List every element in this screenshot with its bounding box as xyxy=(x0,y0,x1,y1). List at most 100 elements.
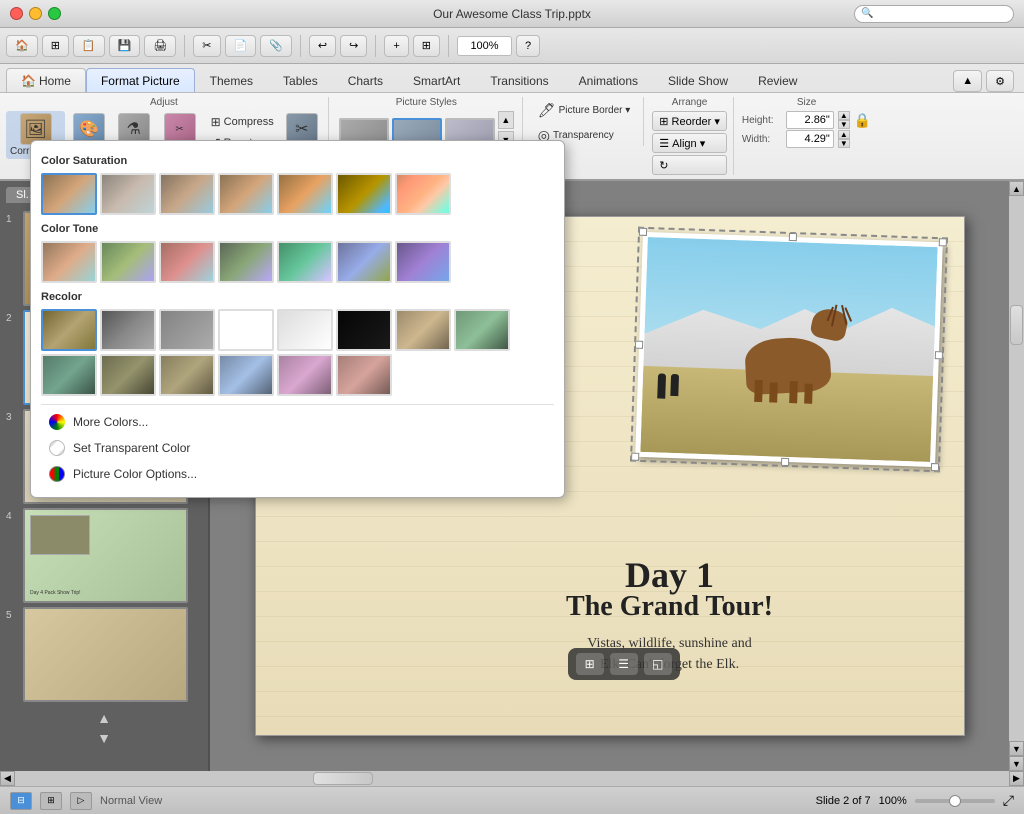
tone-thumb-1[interactable] xyxy=(41,241,97,283)
scroll-thumb[interactable] xyxy=(1010,305,1023,345)
ribbon-collapse-btn[interactable]: ▲ xyxy=(953,70,982,92)
tone-thumb-2[interactable] xyxy=(100,241,156,283)
slide-item-4[interactable]: 4 Day 4 Pack Show Trip! xyxy=(6,508,202,603)
panel-scroll-up[interactable]: ▲ xyxy=(97,710,111,726)
tone-thumb-5[interactable] xyxy=(277,241,333,283)
fullscreen-btn[interactable]: ⤢ xyxy=(1003,792,1014,809)
tone-thumb-3[interactable] xyxy=(159,241,215,283)
rc-thumb-7[interactable] xyxy=(395,309,451,351)
scroll-track[interactable] xyxy=(1009,196,1024,741)
minimize-button[interactable] xyxy=(29,7,42,20)
zoom-handle[interactable] xyxy=(949,795,961,807)
tab-format-picture[interactable]: Format Picture xyxy=(86,68,195,92)
more-colors-item[interactable]: More Colors... xyxy=(41,409,554,435)
scroll-down-btn[interactable]: ▼ xyxy=(1009,741,1024,756)
rc-thumb-12[interactable] xyxy=(218,354,274,396)
handle-ml[interactable] xyxy=(634,340,642,348)
gallery-prev[interactable]: ▲ xyxy=(498,111,514,129)
slideshow-view-btn[interactable]: ▷ xyxy=(70,792,92,810)
rc-thumb-13[interactable] xyxy=(277,354,333,396)
handle-tl[interactable] xyxy=(638,228,646,236)
handle-tm[interactable] xyxy=(788,233,796,241)
toolbar-btn-print[interactable]: 🖨 xyxy=(144,35,176,57)
tab-animations[interactable]: Animations xyxy=(564,68,653,92)
rc-thumb-9[interactable] xyxy=(41,354,97,396)
close-button[interactable] xyxy=(10,7,23,20)
sat-thumb-2[interactable] xyxy=(100,173,156,215)
window-controls[interactable] xyxy=(10,7,61,20)
rc-thumb-2[interactable] xyxy=(100,309,156,351)
align-btn[interactable]: ☰ Align ▾ xyxy=(652,133,727,153)
search-box[interactable]: 🔍 xyxy=(854,5,1014,23)
sat-thumb-4[interactable] xyxy=(218,173,274,215)
float-btn-2[interactable]: ☰ xyxy=(610,653,638,675)
ribbon-options-btn[interactable]: ⚙ xyxy=(986,70,1014,92)
rc-thumb-8[interactable] xyxy=(454,309,510,351)
toolbar-btn-undo[interactable]: ↩ xyxy=(309,35,336,57)
height-down[interactable]: ▼ xyxy=(838,120,850,129)
toolbar-btn-redo[interactable]: ↪ xyxy=(340,35,367,57)
toolbar-btn-paste[interactable]: 📎 xyxy=(260,35,292,57)
tab-transitions[interactable]: Transitions xyxy=(475,68,563,92)
height-input[interactable] xyxy=(786,111,834,129)
reorder-btn[interactable]: ⊞ Reorder ▾ xyxy=(652,111,727,131)
rc-thumb-14[interactable] xyxy=(336,354,392,396)
panel-scroll-down[interactable]: ▼ xyxy=(97,730,111,746)
grid-view-btn[interactable]: ⊞ xyxy=(40,792,62,810)
toolbar-btn-3[interactable]: 📋 xyxy=(73,35,105,57)
handle-bl[interactable] xyxy=(631,453,639,461)
rc-thumb-11[interactable] xyxy=(159,354,215,396)
toolbar-btn-cut[interactable]: ✂ xyxy=(193,35,220,57)
sat-thumb-1[interactable] xyxy=(41,173,97,215)
handle-tr[interactable] xyxy=(938,238,946,246)
slide-thumb-4[interactable]: Day 4 Pack Show Trip! xyxy=(23,508,188,603)
slide-item-5[interactable]: 5 xyxy=(6,607,202,702)
bottom-scroll-track[interactable] xyxy=(15,771,1009,786)
width-up[interactable]: ▲ xyxy=(838,130,850,139)
rotate-btn[interactable]: ↻ xyxy=(652,155,727,175)
bottom-scroll-thumb[interactable] xyxy=(313,772,373,785)
scroll-left-btn[interactable]: ◀ xyxy=(0,771,15,786)
tab-review[interactable]: Review xyxy=(743,68,812,92)
maximize-button[interactable] xyxy=(48,7,61,20)
tab-smartart[interactable]: SmartArt xyxy=(398,68,475,92)
sat-thumb-3[interactable] xyxy=(159,173,215,215)
sat-thumb-5[interactable] xyxy=(277,173,333,215)
zoom-value[interactable]: 100% xyxy=(457,36,512,56)
width-down[interactable]: ▼ xyxy=(838,139,850,148)
tab-charts[interactable]: Charts xyxy=(333,68,398,92)
float-btn-3[interactable]: ◱ xyxy=(644,653,672,675)
slide-thumb-5[interactable] xyxy=(23,607,188,702)
zoom-slider[interactable] xyxy=(915,799,995,803)
tab-slideshow[interactable]: Slide Show xyxy=(653,68,743,92)
handle-br[interactable] xyxy=(930,463,938,471)
rc-thumb-4[interactable] xyxy=(218,309,274,351)
tab-themes[interactable]: Themes xyxy=(195,68,268,92)
rc-thumb-6[interactable] xyxy=(336,309,392,351)
rc-thumb-10[interactable] xyxy=(100,354,156,396)
scroll-up-btn[interactable]: ▲ xyxy=(1009,181,1024,196)
toolbar-btn-table[interactable]: ⊞ xyxy=(413,35,440,57)
normal-view-btn[interactable]: ⊟ xyxy=(10,792,32,810)
tab-tables[interactable]: Tables xyxy=(268,68,333,92)
toolbar-btn-1[interactable]: 🏠 xyxy=(6,35,38,57)
tab-home[interactable]: 🏠 Home xyxy=(6,68,86,92)
transparent-color-item[interactable]: Set Transparent Color xyxy=(41,435,554,461)
toolbar-btn-copy[interactable]: 📄 xyxy=(225,35,257,57)
tone-thumb-6[interactable] xyxy=(336,241,392,283)
height-up[interactable]: ▲ xyxy=(838,111,850,120)
help-button[interactable]: ? xyxy=(516,35,540,57)
toolbar-btn-insert[interactable]: + xyxy=(384,35,408,57)
lock-icon[interactable]: 🔒 xyxy=(854,112,871,129)
sat-thumb-6[interactable] xyxy=(336,173,392,215)
photo-frame-2[interactable] xyxy=(635,232,943,467)
float-btn-1[interactable]: ⊞ xyxy=(576,653,604,675)
scroll-right-btn[interactable]: ▶ xyxy=(1009,771,1024,786)
toolbar-btn-2[interactable]: ⊞ xyxy=(42,35,69,57)
tone-thumb-7[interactable] xyxy=(395,241,451,283)
handle-bm[interactable] xyxy=(780,458,788,466)
rc-thumb-1[interactable] xyxy=(41,309,97,351)
toolbar-btn-save[interactable]: 💾 xyxy=(109,35,141,57)
width-input[interactable] xyxy=(786,130,834,148)
tone-thumb-4[interactable] xyxy=(218,241,274,283)
